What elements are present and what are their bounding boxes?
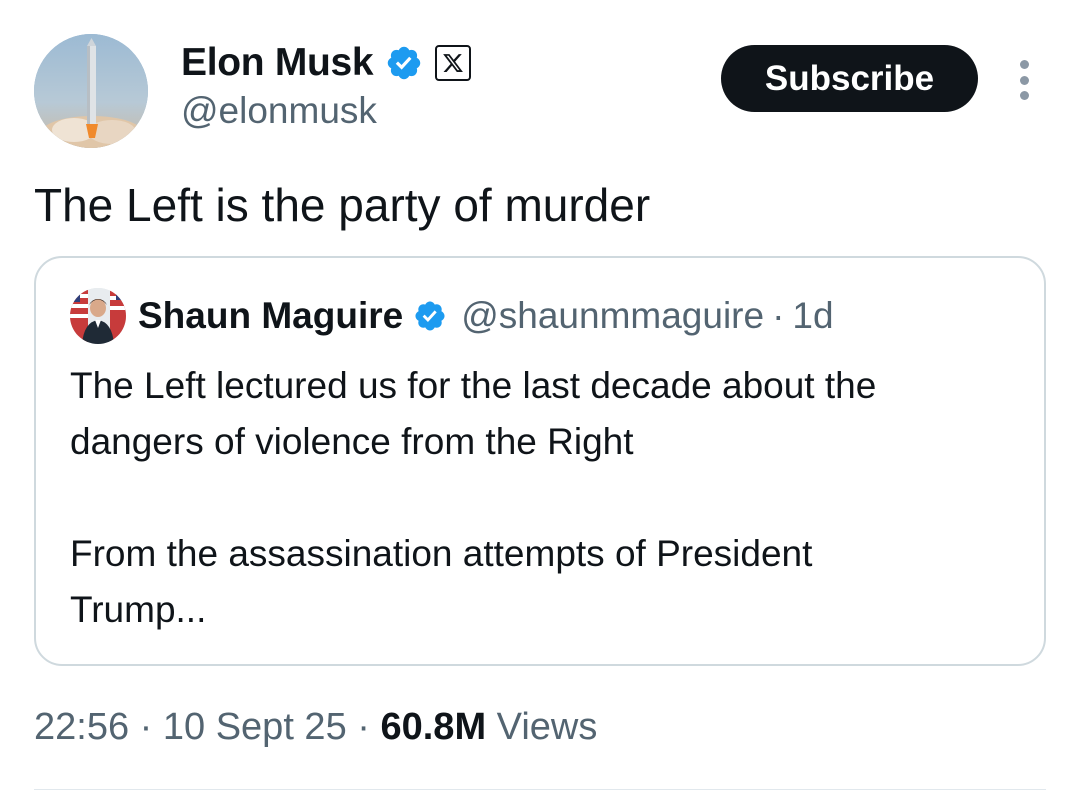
tweet-meta: 22:56 · 10 Sept 25 · 60.8M Views xyxy=(34,706,597,749)
more-vertical-icon[interactable] xyxy=(1008,60,1040,100)
author-handle[interactable]: @elonmusk xyxy=(181,90,377,132)
more-dot xyxy=(1019,60,1029,69)
quoted-author-avatar[interactable] xyxy=(70,288,126,344)
verified-badge-icon[interactable] xyxy=(413,299,447,333)
dot-separator: · xyxy=(357,706,370,748)
quoted-tweet-line: Trump... xyxy=(70,589,207,630)
more-dot xyxy=(1019,91,1029,100)
tweet-text: The Left is the party of murder xyxy=(34,179,651,231)
author-display-name[interactable]: Elon Musk xyxy=(181,41,374,85)
divider xyxy=(34,789,1046,790)
quoted-tweet-header: Shaun Maguire @shaunmmaguire · 1d xyxy=(138,292,834,340)
x-logo-icon[interactable] xyxy=(435,45,472,81)
more-dot xyxy=(1019,75,1029,85)
author-avatar[interactable] xyxy=(34,34,148,148)
dot-separator: · xyxy=(772,295,785,336)
quoted-tweet-body: The Left lectured us for the last decade… xyxy=(70,358,1030,638)
quoted-tweet-line: The Left lectured us for the last decade… xyxy=(70,365,877,406)
subscribe-button[interactable]: Subscribe xyxy=(721,45,978,112)
quoted-author-handle[interactable]: @shaunmmaguire xyxy=(461,295,764,337)
tweet-date[interactable]: 10 Sept 25 xyxy=(163,706,347,748)
dot-separator: · xyxy=(139,706,153,748)
author-name-row: Elon Musk xyxy=(181,40,472,86)
views-label: Views xyxy=(496,706,598,748)
quoted-tweet-line: dangers of violence from the Right xyxy=(70,421,634,462)
views-count[interactable]: 60.8M xyxy=(380,706,486,748)
rocket-launch-image xyxy=(34,34,148,148)
tweet-time[interactable]: 22:56 xyxy=(34,706,129,748)
verified-badge-icon[interactable] xyxy=(385,44,423,82)
quoted-author-display-name[interactable]: Shaun Maguire xyxy=(138,295,403,337)
quoted-tweet-line: From the assassination attempts of Presi… xyxy=(70,533,813,574)
quoted-tweet-card[interactable]: Shaun Maguire @shaunmmaguire · 1d The Le… xyxy=(34,256,1046,666)
person-portrait-image xyxy=(70,288,126,344)
quoted-tweet-time[interactable]: 1d xyxy=(792,295,833,337)
